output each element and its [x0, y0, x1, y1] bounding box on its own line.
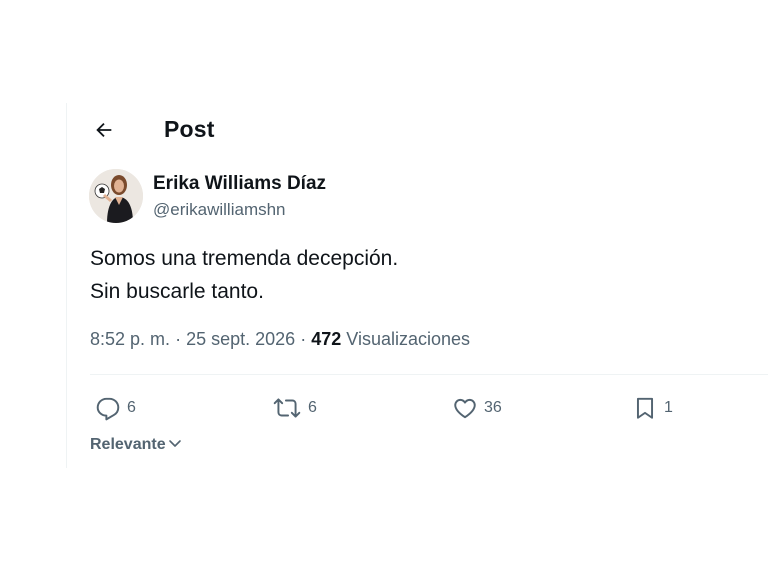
sort-label: Relevante — [90, 436, 166, 453]
post-text-line: Sin buscarle tanto. — [90, 280, 264, 303]
repost-icon — [272, 395, 302, 421]
sort-dropdown[interactable]: Relevante — [90, 436, 182, 454]
post-meta: 8:52 p. m. · 25 sept. 2026 · 472 Visuali… — [90, 329, 470, 350]
heart-icon — [452, 395, 478, 421]
like-count: 36 — [484, 399, 502, 416]
post-actions: 6 6 36 1 — [67, 391, 768, 425]
page-title: Post — [164, 116, 215, 142]
views-label: Visualizaciones — [346, 329, 471, 349]
header: Post — [67, 103, 768, 158]
divider — [90, 374, 768, 375]
author-handle[interactable]: @erikawilliamshn — [153, 200, 286, 220]
post-panel: Post Erika Williams Díaz @erikawilliamsh… — [66, 103, 768, 468]
author-name[interactable]: Erika Williams Díaz — [153, 173, 326, 195]
reply-count: 6 — [127, 399, 136, 416]
meta-separator: · — [300, 329, 307, 349]
repost-count: 6 — [308, 399, 317, 416]
bookmark-icon — [632, 395, 658, 421]
post-text-line: Somos una tremenda decepción. — [90, 247, 399, 270]
like-button[interactable]: 36 — [452, 391, 502, 425]
repost-button[interactable]: 6 — [272, 391, 317, 425]
bookmark-button[interactable]: 1 — [632, 391, 673, 425]
meta-separator: · — [175, 329, 182, 349]
arrow-left-icon — [93, 119, 115, 146]
reply-button[interactable]: 6 — [95, 391, 136, 425]
reply-icon — [95, 395, 121, 421]
chevron-down-icon — [166, 436, 182, 454]
post-time[interactable]: 8:52 p. m. — [90, 329, 170, 349]
post-date[interactable]: 25 sept. 2026 — [186, 329, 295, 349]
bookmark-count: 1 — [664, 399, 673, 416]
views-count: 472 — [311, 329, 342, 349]
page: Post Erika Williams Díaz @erikawilliamsh… — [0, 0, 768, 576]
avatar[interactable] — [89, 169, 143, 223]
back-button[interactable] — [89, 117, 119, 147]
post-text: Somos una tremenda decepción. Sin buscar… — [90, 242, 398, 308]
post-author: Erika Williams Díaz @erikawilliamshn — [89, 169, 689, 225]
